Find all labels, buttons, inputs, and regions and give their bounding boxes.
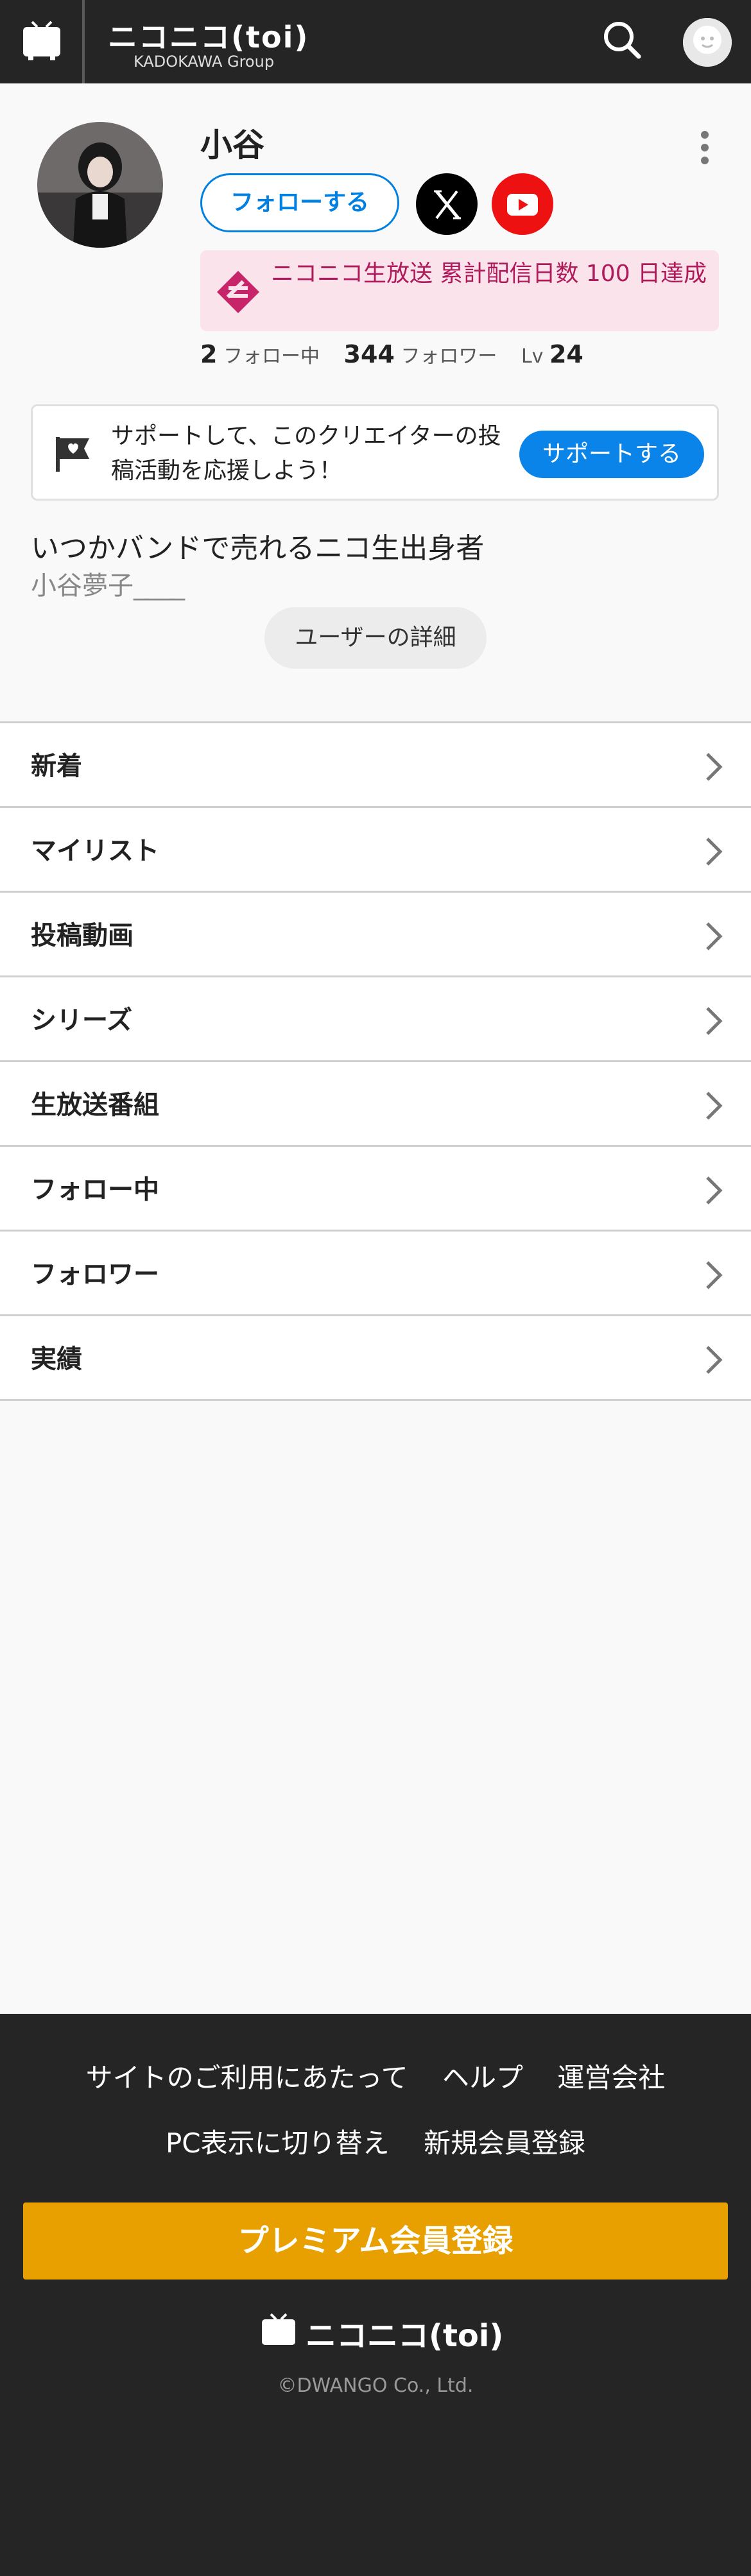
tv-icon bbox=[262, 2313, 295, 2345]
account-avatar-button[interactable] bbox=[683, 18, 732, 67]
footer-link-help[interactable]: ヘルプ bbox=[442, 2062, 523, 2093]
footer-link-company[interactable]: 運営会社 bbox=[557, 2062, 665, 2093]
app-header: ニコニコ(toi) KADOKAWA Group bbox=[0, 0, 751, 83]
chevron-right-icon bbox=[706, 922, 723, 950]
youtube-icon bbox=[507, 194, 538, 216]
user-avatar bbox=[37, 122, 163, 248]
menu-item-followers[interactable]: フォロワー bbox=[0, 1230, 751, 1314]
followers-stat[interactable]: 344 フォロワー bbox=[344, 340, 497, 368]
menu-item-mylist[interactable]: マイリスト bbox=[0, 806, 751, 891]
menu-item-label: 新着 bbox=[31, 751, 82, 781]
logo-sub-text: KADOKAWA Group bbox=[134, 53, 275, 71]
more-vertical-icon bbox=[701, 131, 709, 164]
menu-item-label: フォロー中 bbox=[31, 1175, 159, 1205]
x-logo-icon bbox=[434, 190, 461, 219]
menu-item-label: 生放送番組 bbox=[31, 1090, 159, 1120]
user-description-sub: 小谷夢子____ bbox=[31, 571, 185, 601]
chevron-right-icon bbox=[706, 1092, 723, 1120]
menu-item-label: フォロワー bbox=[31, 1260, 159, 1289]
footer-logo[interactable]: ニコニコ(toi) bbox=[259, 2308, 504, 2354]
menu-item-series[interactable]: シリーズ bbox=[0, 975, 751, 1060]
search-icon bbox=[604, 22, 641, 59]
footer-links-row2: PC表示に切り替え 新規会員登録 bbox=[0, 2122, 751, 2161]
youtube-link-button[interactable] bbox=[492, 173, 553, 235]
user-details-button[interactable]: ユーザーの詳細 bbox=[264, 607, 487, 669]
support-message: サポートして、このクリエイターの投稿活動を応援しよう！ bbox=[111, 423, 501, 484]
site-footer: サイトのご利用にあたって ヘルプ 運営会社 PC表示に切り替え 新規会員登録 プ… bbox=[0, 2014, 751, 2576]
chevron-right-icon bbox=[706, 1007, 723, 1035]
header-divider bbox=[82, 0, 85, 83]
copyright: ©DWANGO Co., Ltd. bbox=[277, 2374, 474, 2397]
x-link-button[interactable] bbox=[416, 173, 478, 235]
search-button[interactable] bbox=[600, 18, 645, 63]
footer-link-register[interactable]: 新規会員登録 bbox=[424, 2127, 585, 2159]
menu-item-label: マイリスト bbox=[31, 836, 159, 866]
support-panel: サポートして、このクリエイターの投稿活動を応援しよう！ サポートする bbox=[31, 404, 719, 501]
chevron-right-icon bbox=[706, 837, 723, 866]
profile-section: 小谷 フォローする ニコニコ生放送 累計配信日数 100 日達成 2 フォロー中… bbox=[0, 83, 751, 725]
achievement-badge-icon bbox=[217, 271, 259, 313]
user-stats: 2 フォロー中 344 フォロワー Lv 24 bbox=[200, 340, 601, 379]
user-avatar-icon bbox=[683, 18, 732, 67]
achievement-badge[interactable]: ニコニコ生放送 累計配信日数 100 日達成 bbox=[200, 250, 719, 331]
level-value: 24 bbox=[549, 340, 583, 368]
menu-item-new[interactable]: 新着 bbox=[0, 721, 751, 806]
niconico-logo[interactable]: ニコニコ(toi) KADOKAWA Group bbox=[108, 13, 320, 74]
logo-main-text: ニコニコ(toi) bbox=[108, 20, 309, 55]
menu-item-label: シリーズ bbox=[31, 1006, 132, 1035]
footer-logo-text: ニコニコ(toi) bbox=[306, 2318, 504, 2354]
profile-menu: 新着 マイリスト 投稿動画 シリーズ 生放送番組 フォロー中 フォロワー 実績 bbox=[0, 721, 751, 1401]
chevron-right-icon bbox=[706, 1176, 723, 1205]
tv-menu-button[interactable] bbox=[0, 0, 82, 83]
chevron-right-icon bbox=[706, 1346, 723, 1374]
chevron-right-icon bbox=[706, 1261, 723, 1289]
user-name: 小谷 bbox=[200, 126, 264, 164]
menu-item-achievements[interactable]: 実績 bbox=[0, 1314, 751, 1401]
support-button[interactable]: サポートする bbox=[519, 431, 704, 478]
tv-icon bbox=[23, 21, 60, 60]
followers-label: フォロワー bbox=[401, 345, 497, 368]
more-options-button[interactable] bbox=[693, 128, 716, 167]
achievement-badge-text: ニコニコ生放送 累計配信日数 100 日達成 bbox=[271, 261, 707, 287]
menu-item-live[interactable]: 生放送番組 bbox=[0, 1060, 751, 1145]
footer-links-row1: サイトのご利用にあたって ヘルプ 運営会社 bbox=[0, 2056, 751, 2095]
premium-register-button[interactable]: プレミアム会員登録 bbox=[23, 2202, 728, 2280]
menu-item-following[interactable]: フォロー中 bbox=[0, 1145, 751, 1230]
footer-link-pc-view[interactable]: PC表示に切り替え bbox=[166, 2127, 390, 2159]
user-description: いつかバンドで売れるニコ生出身者 bbox=[31, 532, 485, 565]
support-flag-icon bbox=[56, 437, 89, 472]
following-count: 2 bbox=[200, 340, 218, 368]
menu-item-label: 実績 bbox=[31, 1344, 82, 1374]
chevron-right-icon bbox=[706, 753, 723, 781]
level-label: Lv bbox=[521, 345, 544, 368]
menu-item-videos[interactable]: 投稿動画 bbox=[0, 891, 751, 975]
followers-count: 344 bbox=[343, 340, 395, 368]
following-stat[interactable]: 2 フォロー中 bbox=[200, 340, 320, 368]
follow-button[interactable]: フォローする bbox=[200, 173, 399, 232]
menu-item-label: 投稿動画 bbox=[31, 921, 134, 950]
level-stat: Lv 24 bbox=[521, 340, 583, 368]
footer-link-terms[interactable]: サイトのご利用にあたって bbox=[86, 2062, 408, 2093]
following-label: フォロー中 bbox=[223, 345, 320, 368]
